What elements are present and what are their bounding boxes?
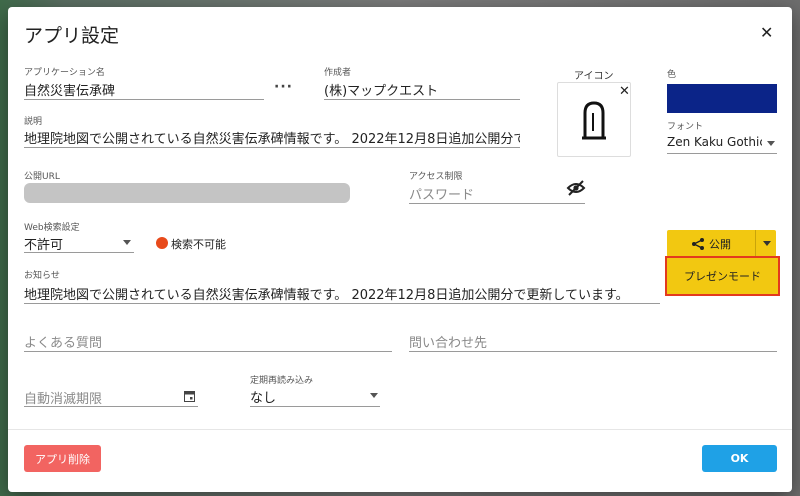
expiry-underline	[24, 406, 198, 407]
password-underline	[409, 203, 585, 204]
publish-button[interactable]: 公開	[667, 230, 755, 257]
publish-split-button[interactable]: 公開	[667, 230, 776, 257]
web-search-label: Web検索設定	[24, 223, 80, 233]
share-icon	[692, 237, 704, 250]
public-url-label: 公開URL	[24, 172, 60, 182]
app-name-input[interactable]: 自然災害伝承碑	[24, 80, 264, 99]
contact-underline	[409, 351, 777, 352]
description-label: 説明	[24, 117, 43, 127]
faq-input[interactable]: よくある質問	[24, 332, 384, 351]
search-status-text: 検索不可能	[171, 238, 226, 251]
web-search-dropdown-icon[interactable]	[123, 240, 131, 245]
web-search-underline	[24, 252, 134, 253]
web-search-select[interactable]: 不許可	[24, 234, 114, 253]
password-input[interactable]: パスワード	[409, 184, 559, 203]
publish-dropdown-icon[interactable]	[763, 241, 771, 246]
author-input[interactable]: (株)マップクエスト	[324, 80, 520, 99]
description-underline	[24, 147, 520, 148]
notice-underline	[24, 303, 660, 304]
presentation-mode-menu-item[interactable]: プレゼンモード	[665, 256, 780, 296]
app-name-label: アプリケーション名	[24, 68, 105, 78]
delete-app-button[interactable]: アプリ削除	[24, 445, 101, 472]
notice-label: お知らせ	[24, 271, 60, 281]
publish-label: 公開	[709, 237, 731, 251]
color-swatch[interactable]	[667, 84, 777, 113]
reload-label: 定期再読み込み	[250, 376, 314, 386]
font-label: フォント	[667, 122, 704, 132]
access-label: アクセス制限	[409, 172, 463, 182]
calendar-icon[interactable]	[184, 390, 195, 402]
dialog-title: アプリ設定	[24, 25, 120, 47]
author-underline	[324, 99, 520, 100]
expiry-input[interactable]: 自動消滅期限	[24, 388, 174, 407]
ok-button[interactable]: OK	[702, 445, 777, 472]
app-settings-dialog: アプリ設定 ✕ アプリケーション名 自然災害伝承碑 ··· 作成者 (株)マップ…	[8, 7, 792, 492]
app-name-underline	[24, 99, 264, 100]
split-divider	[755, 230, 756, 257]
app-icon-preview[interactable]: ✕	[557, 82, 631, 157]
more-options-icon[interactable]: ···	[274, 79, 293, 95]
public-url-redacted	[24, 183, 350, 203]
font-dropdown-icon[interactable]	[767, 141, 775, 146]
reload-dropdown-icon[interactable]	[370, 393, 378, 398]
description-input[interactable]: 地理院地図で公開されている自然災害伝承碑情報です。 2022年12月8日追加公開…	[24, 128, 520, 147]
icon-label: アイコン	[574, 71, 614, 82]
author-label: 作成者	[324, 68, 352, 78]
eye-off-icon[interactable]	[566, 180, 586, 196]
color-label: 色	[667, 70, 677, 80]
faq-underline	[24, 351, 392, 352]
remove-icon-button[interactable]: ✕	[619, 84, 630, 99]
notice-input[interactable]: 地理院地図で公開されている自然災害伝承碑情報です。 2022年12月8日追加公開…	[24, 284, 660, 303]
close-icon[interactable]: ✕	[760, 23, 773, 42]
font-underline	[667, 153, 777, 154]
reload-select[interactable]: なし	[250, 387, 350, 406]
reload-underline	[250, 406, 380, 407]
status-dot	[156, 237, 168, 249]
footer-divider	[8, 429, 792, 430]
contact-input[interactable]: 問い合わせ先	[409, 332, 769, 351]
font-select[interactable]: Zen Kaku Gothic...	[667, 135, 762, 149]
